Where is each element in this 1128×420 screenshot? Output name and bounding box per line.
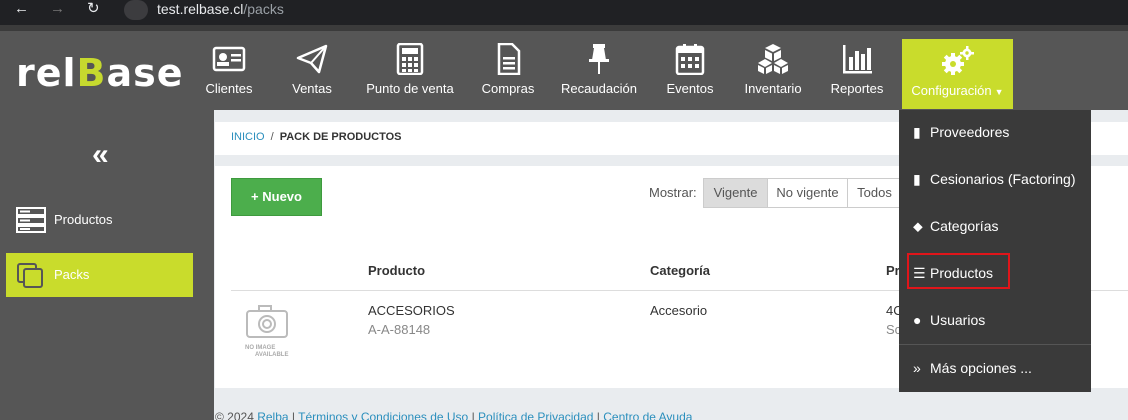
collapse-sidebar-icon[interactable]: « <box>92 138 109 172</box>
sidebar-item-packs[interactable]: Packs <box>6 253 193 297</box>
configuracion-dropdown: ▮ Proveedores ▮ Cesionarios (Factoring) ⬥ C… <box>899 110 1091 392</box>
no-image-placeholder: NO IMAGE AVAILABLE <box>245 304 291 358</box>
nav-reportes[interactable]: Reportes <box>824 37 890 109</box>
browser-toolbar: ← → ↻ test.relbase.cl/packs <box>0 0 1128 25</box>
sidebar-item-label: Productos <box>54 212 113 227</box>
breadcrumb-home-link[interactable]: INICIO <box>231 131 265 143</box>
url-path: /packs <box>243 1 284 17</box>
double-chevron-right-icon: » <box>913 360 921 376</box>
filter-no-vigente[interactable]: No vigente <box>767 178 848 208</box>
sidebar-item-label: Packs <box>54 267 90 282</box>
users-icon: ● <box>913 312 922 328</box>
nav-label: Eventos <box>666 81 714 96</box>
dropdown-item-usuarios[interactable]: ● Usuarios <box>899 300 1091 340</box>
caret-down-icon: ▼ <box>994 87 1004 97</box>
relbase-logo[interactable]: relBase <box>16 51 184 95</box>
server-stack-icon <box>16 207 46 233</box>
address-bar[interactable]: test.relbase.cl/packs <box>157 1 284 18</box>
new-pack-button[interactable]: + Nuevo <box>231 178 322 216</box>
dropdown-divider <box>899 344 1091 345</box>
nav-label: Compras <box>481 81 535 96</box>
nav-label: Recaudación <box>561 81 637 96</box>
camera-icon <box>246 305 288 338</box>
nav-label: Clientes <box>205 81 253 96</box>
bar-chart-icon <box>843 45 872 74</box>
footer-terms-link[interactable]: Términos y Condiciones de Uso <box>298 410 468 420</box>
nav-clientes[interactable]: Clientes <box>193 37 265 109</box>
footer-brand-link[interactable]: Relba <box>257 410 288 420</box>
nav-configuracion[interactable]: Configuración ▼ <box>902 39 1013 109</box>
calculator-icon <box>396 43 424 75</box>
dropdown-item-proveedores[interactable]: ▮ Proveedores <box>899 112 1091 152</box>
nav-label: Reportes <box>830 81 884 96</box>
nav-label: Configuración ▼ <box>911 83 1004 98</box>
footer-help-link[interactable]: Centro de Ayuda <box>603 410 692 420</box>
paper-plane-icon <box>296 44 328 74</box>
show-filter-label: Mostrar: <box>649 185 697 200</box>
nav-label: Ventas <box>292 81 332 96</box>
breadcrumb-separator: / <box>270 131 274 143</box>
building-icon: ▮ <box>913 171 921 187</box>
nav-label: Punto de venta <box>366 81 454 96</box>
plus-icon: + <box>251 189 259 204</box>
copy-icon <box>17 263 43 288</box>
filter-vigente[interactable]: Vigente <box>703 178 768 208</box>
column-header-producto[interactable]: Producto <box>368 263 425 278</box>
highlight-box <box>907 253 1010 289</box>
sidebar: « Productos Packs <box>0 110 214 420</box>
product-category: Accesorio <box>650 303 708 318</box>
document-icon <box>497 43 521 75</box>
nav-label: Inventario <box>744 81 802 96</box>
site-settings-icon[interactable] <box>124 0 148 20</box>
product-name[interactable]: ACCESORIOS <box>368 303 455 318</box>
forward-arrow-icon[interactable]: → <box>50 0 65 20</box>
sidebar-item-productos[interactable]: Productos <box>6 198 193 242</box>
pushpin-icon <box>589 44 609 74</box>
product-code: A-A-88148 <box>368 322 431 337</box>
footer-privacy-link[interactable]: Política de Privacidad <box>478 410 593 420</box>
nav-punto-de-venta[interactable]: Punto de venta <box>360 37 460 109</box>
building-icon: ▮ <box>913 124 921 140</box>
nav-compras[interactable]: Compras <box>474 37 542 109</box>
url-host: test.relbase.cl <box>157 1 244 17</box>
back-arrow-icon[interactable]: ← <box>14 0 29 20</box>
dropdown-item-mas-opciones[interactable]: » Más opciones ... <box>899 348 1091 388</box>
filter-todos[interactable]: Todos <box>847 178 902 208</box>
gears-icon <box>941 46 974 75</box>
nav-inventario[interactable]: Inventario <box>737 37 809 109</box>
reload-icon[interactable]: ↻ <box>87 0 100 20</box>
top-navigation: relBase Clientes Ventas Punto de venta C… <box>0 25 1128 110</box>
nav-eventos[interactable]: Eventos <box>657 37 723 109</box>
cubes-icon <box>758 44 788 74</box>
breadcrumb-current: PACK DE PRODUCTOS <box>279 131 402 143</box>
dropdown-item-categorias[interactable]: ⬥ Categorías <box>899 206 1091 246</box>
calendar-icon <box>675 44 705 75</box>
contact-card-icon <box>212 46 246 72</box>
footer: © 2024 Relba | Términos y Condiciones de… <box>215 410 692 420</box>
tags-icon: ⬥ <box>913 218 923 234</box>
column-header-categoria[interactable]: Categoría <box>650 263 710 278</box>
dropdown-item-cesionarios[interactable]: ▮ Cesionarios (Factoring) <box>899 159 1091 199</box>
nav-ventas[interactable]: Ventas <box>278 37 346 109</box>
column-header-precio[interactable]: Pr <box>886 263 900 278</box>
nav-recaudacion[interactable]: Recaudación <box>556 37 642 109</box>
